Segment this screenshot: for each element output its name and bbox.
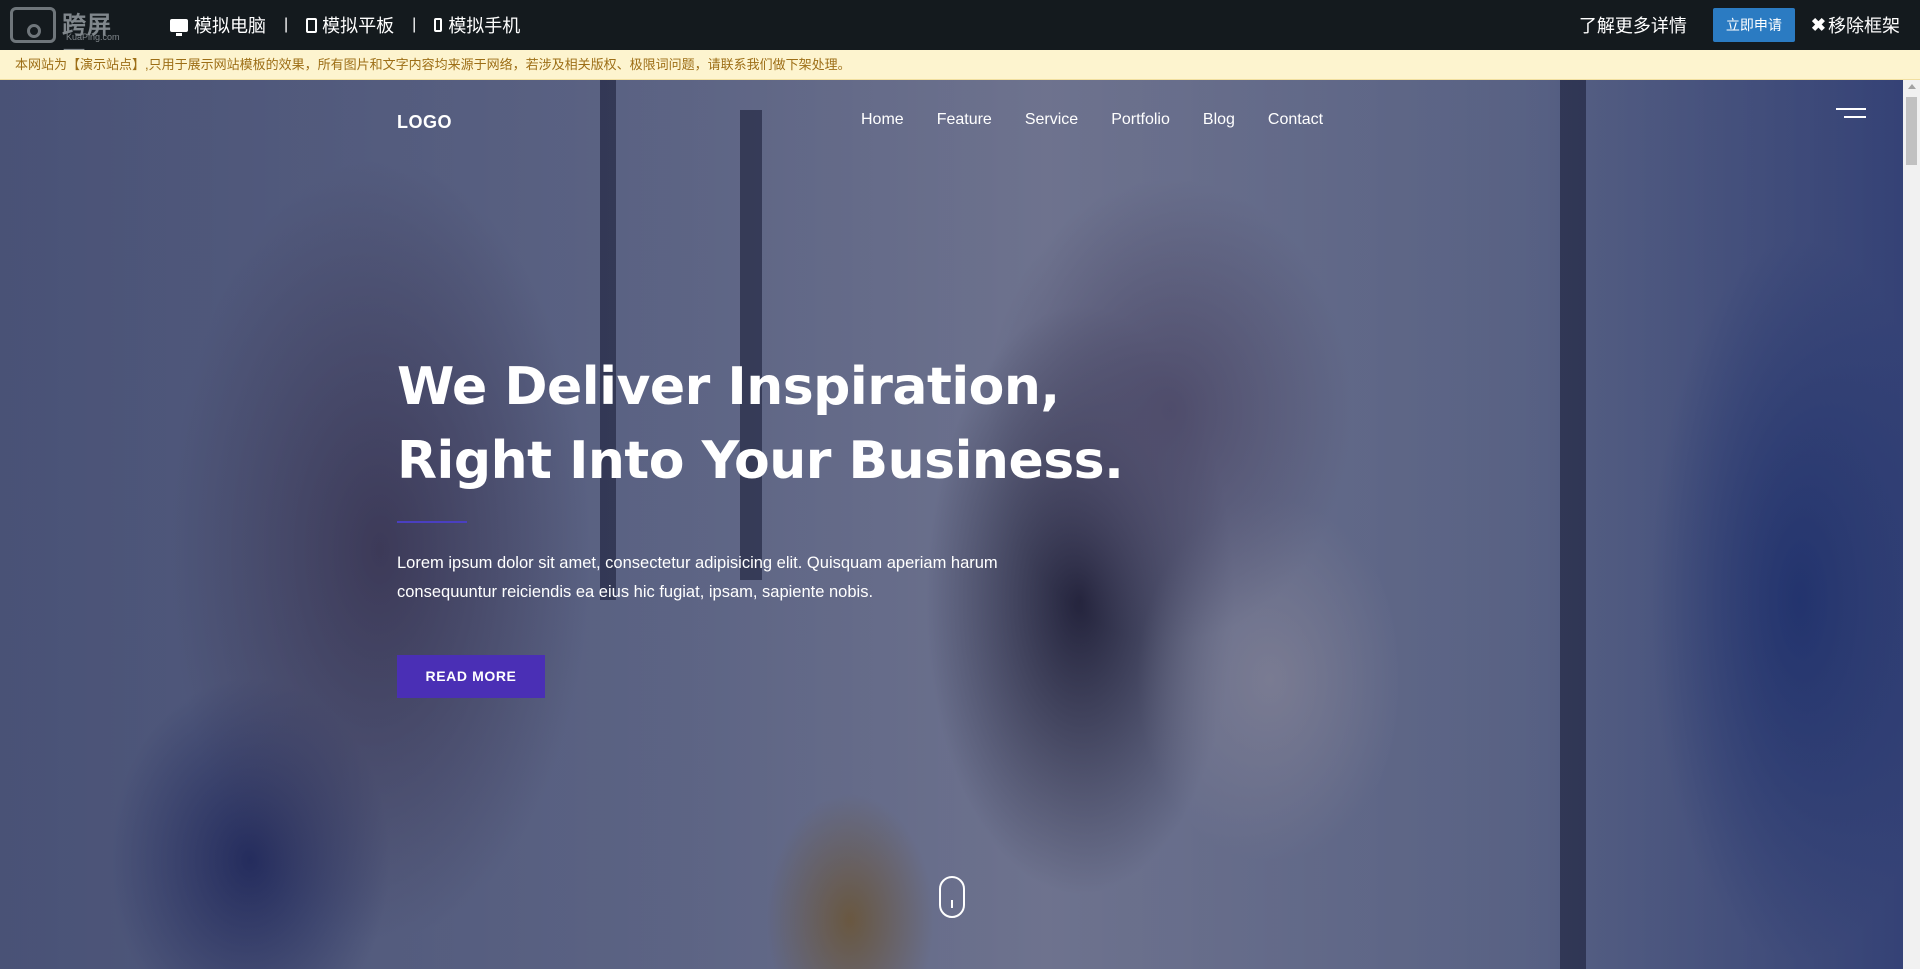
simulate-phone-label: 模拟手机 xyxy=(448,16,521,36)
monitor-icon xyxy=(170,18,188,36)
toolbar-actions: 了解更多详情 立即申请 ✖ 移除框架 xyxy=(1579,0,1900,50)
hero-headline: We Deliver Inspiration, Right Into Your … xyxy=(397,350,1124,498)
read-more-button[interactable]: READ MORE xyxy=(397,655,545,698)
hero-description: Lorem ipsum dolor sit amet, consectetur … xyxy=(397,554,998,601)
nav-blog[interactable]: Blog xyxy=(1203,111,1235,129)
nav-home[interactable]: Home xyxy=(861,111,904,129)
logo-subtext: KuaPing.com xyxy=(66,32,120,42)
hamburger-line xyxy=(1836,108,1866,110)
simulate-tablet-label: 模拟平板 xyxy=(322,16,395,36)
site-logo[interactable]: LOGO xyxy=(397,112,452,133)
demo-toolbar: 跨屏网 KuaPing.com 模拟电脑 | 模拟平板 | 模拟手机 了解更多详… xyxy=(0,0,1920,74)
close-icon: ✖ xyxy=(1810,14,1826,35)
main-menu: Home Feature Service Portfolio Blog Cont… xyxy=(861,111,1356,129)
tablet-icon xyxy=(306,17,318,33)
hero-section: LOGO Home Feature Service Portfolio Blog… xyxy=(0,80,1903,969)
page-scrollbar[interactable] xyxy=(1903,80,1920,969)
demo-notice-bar: 本网站为【演示站点】,只用于展示网站模板的效果，所有图片和文字内容均来源于网络，… xyxy=(0,50,1920,80)
separator: | xyxy=(284,16,289,33)
nav-service[interactable]: Service xyxy=(1025,111,1078,129)
simulate-phone-button[interactable]: 模拟手机 xyxy=(434,12,520,38)
simulate-tablet-button[interactable]: 模拟平板 xyxy=(306,12,394,38)
nav-contact[interactable]: Contact xyxy=(1268,111,1323,129)
background-window-frame xyxy=(600,80,616,600)
hamburger-menu-icon[interactable] xyxy=(1836,108,1866,122)
nav-portfolio[interactable]: Portfolio xyxy=(1111,111,1170,129)
logo-mark-icon xyxy=(10,7,56,43)
scrollbar-thumb[interactable] xyxy=(1906,97,1917,165)
separator: | xyxy=(412,16,417,33)
scroll-down-mouse-icon[interactable] xyxy=(939,876,965,918)
hero-headline-line-1: We Deliver Inspiration, xyxy=(397,357,1060,417)
remove-frame-label: 移除框架 xyxy=(1828,16,1900,36)
hamburger-line xyxy=(1844,116,1866,118)
site-navbar: LOGO Home Feature Service Portfolio Blog… xyxy=(397,102,1327,142)
mouse-wheel xyxy=(951,900,953,908)
apply-now-button[interactable]: 立即申请 xyxy=(1712,8,1795,42)
remove-frame-button[interactable]: ✖ 移除框架 xyxy=(1811,12,1900,38)
simulate-desktop-button[interactable]: 模拟电脑 xyxy=(170,12,266,38)
nav-feature[interactable]: Feature xyxy=(937,111,992,129)
device-switcher: 模拟电脑 | 模拟平板 | 模拟手机 xyxy=(170,0,520,50)
background-window-frame xyxy=(1560,80,1586,969)
phone-icon xyxy=(434,18,443,32)
hero-headline-line-2: Right Into Your Business. xyxy=(397,431,1124,491)
scroll-up-arrow-icon[interactable] xyxy=(1908,84,1916,89)
background-window-frame xyxy=(740,110,762,580)
learn-more-link[interactable]: 了解更多详情 xyxy=(1579,12,1687,38)
headline-divider xyxy=(397,521,467,523)
kuaping-logo[interactable]: 跨屏网 KuaPing.com xyxy=(10,5,135,74)
simulate-desktop-label: 模拟电脑 xyxy=(194,16,266,36)
